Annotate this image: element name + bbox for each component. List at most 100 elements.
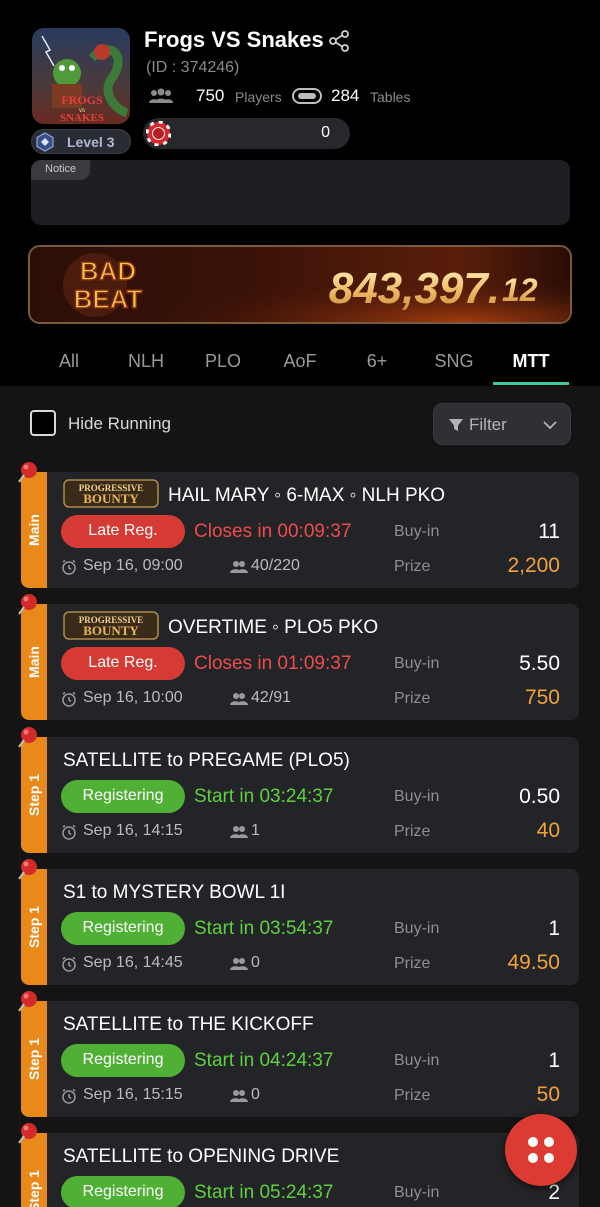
status-pill[interactable]: Late Reg. xyxy=(61,647,185,680)
logo-text-top: FROGS xyxy=(61,93,103,107)
countdown: Closes in 00:09:37 xyxy=(194,521,352,542)
bad-beat-jackpot-banner[interactable]: BAD BEAT 843,397. 12 xyxy=(28,245,572,324)
game-type-tabs: All NLH PLO AoF 6+ SNG MTT xyxy=(0,340,600,386)
clock-icon xyxy=(62,691,76,707)
tables-icon xyxy=(292,88,322,104)
tournament-card[interactable]: Step 1 SATELLITE to OPENING DRIVE Register… xyxy=(21,1133,579,1207)
prize-value: 750 xyxy=(524,686,560,709)
notice-label: Notice xyxy=(31,160,91,180)
tournament-title: SATELLITE to THE KICKOFF xyxy=(63,1014,314,1035)
tournament-tag-strip: Step 1 xyxy=(21,737,47,853)
buyin-label: Buy-in xyxy=(394,788,440,805)
players-count: 750 xyxy=(196,86,225,105)
prize-label: Prize xyxy=(394,1087,431,1104)
buyin-value: 1 xyxy=(548,917,560,940)
filter-dropdown[interactable]: Filter xyxy=(433,403,571,445)
buyin-value: 11 xyxy=(538,520,560,543)
bounty-badge-line2: BOUNTY xyxy=(83,623,139,638)
entrants-icon xyxy=(230,561,248,573)
tournament-card[interactable]: Main PROGRESSIVE BOUNTY OVERTIME ◦ PLO5 PKO… xyxy=(21,604,579,720)
tournament-tag-strip: Step 1 xyxy=(21,869,47,985)
buyin-value: 5.50 xyxy=(519,652,560,675)
level-label: Level 3 xyxy=(67,134,115,150)
tab-mtt[interactable]: MTT xyxy=(496,351,566,372)
tab-all[interactable]: All xyxy=(34,351,104,372)
tournament-tag: Step 1 xyxy=(26,1037,42,1081)
tournament-title: HAIL MARY ◦ 6-MAX ◦ NLH PKO xyxy=(168,485,446,506)
status-pill[interactable]: Late Reg. xyxy=(61,515,185,548)
entrants-icon xyxy=(230,826,248,838)
tournament-title: SATELLITE to PREGAME (PLO5) xyxy=(63,750,350,771)
clock-icon xyxy=(62,824,76,840)
prize-label: Prize xyxy=(394,955,431,972)
entrants-count: 0 xyxy=(251,954,260,971)
progressive-bounty-badge: PROGRESSIVEBOUNTY xyxy=(63,479,159,508)
prize-value: 50 xyxy=(536,1083,560,1106)
buyin-label: Buy-in xyxy=(394,1184,440,1201)
players-icon xyxy=(149,88,173,103)
pin-icon[interactable] xyxy=(16,725,40,749)
entrants-count: 42/91 xyxy=(251,689,292,706)
level-hex-icon xyxy=(36,132,54,152)
status-pill[interactable]: Registering xyxy=(61,1176,185,1207)
start-date: Sep 16, 15:15 xyxy=(83,1086,183,1103)
tab-plo[interactable]: PLO xyxy=(188,351,258,372)
clock-icon xyxy=(62,559,76,575)
tab-aof[interactable]: AoF xyxy=(265,351,335,372)
hide-running-checkbox[interactable] xyxy=(30,410,56,436)
menu-fab-button[interactable] xyxy=(505,1114,577,1186)
tournament-card[interactable]: Main PROGRESSIVE BOUNTY HAIL MARY ◦ 6-MAX ◦… xyxy=(21,472,579,588)
players-label: Players xyxy=(235,89,282,105)
status-pill[interactable]: Registering xyxy=(61,780,185,813)
tournament-title: SATELLITE to OPENING DRIVE xyxy=(63,1146,340,1167)
buyin-label: Buy-in xyxy=(394,1052,440,1069)
start-date: Sep 16, 14:15 xyxy=(83,822,183,839)
club-id: (ID : 374246) xyxy=(146,59,240,76)
notice-panel[interactable]: Notice xyxy=(31,160,570,225)
entrants-icon xyxy=(230,693,248,705)
prize-label: Prize xyxy=(394,690,431,707)
jackpot-amount: 843,397. xyxy=(329,264,500,313)
tournament-tag: Step 1 xyxy=(26,905,42,949)
tournament-card[interactable]: Step 1 SATELLITE to THE KICKOFF Registerin… xyxy=(21,1001,579,1117)
jackpot-logo-line1: BAD xyxy=(80,256,136,286)
chevron-down-icon xyxy=(543,421,557,430)
pin-icon[interactable] xyxy=(16,857,40,881)
tab-sng[interactable]: SNG xyxy=(419,351,489,372)
tournament-tag-strip: Step 1 xyxy=(21,1001,47,1117)
tournament-tag: Main xyxy=(26,646,42,678)
logo-text-bottom: SNAKES xyxy=(60,112,104,124)
pin-icon[interactable] xyxy=(16,592,40,616)
jackpot-logo-line2: BEAT xyxy=(74,284,143,314)
tab-nlh[interactable]: NLH xyxy=(111,351,181,372)
prize-value: 40 xyxy=(536,819,560,842)
tournament-tag: Step 1 xyxy=(26,1169,42,1207)
buyin-label: Buy-in xyxy=(394,920,440,937)
tournament-card[interactable]: Step 1 SATELLITE to PREGAME (PLO5) Registe… xyxy=(21,737,579,853)
entrants-count: 40/220 xyxy=(251,557,300,574)
tournament-tag: Step 1 xyxy=(26,773,42,817)
tournament-card[interactable]: Step 1 S1 to MYSTERY BOWL 1I Registering St… xyxy=(21,869,579,985)
start-date: Sep 16, 09:00 xyxy=(83,557,183,574)
pin-icon[interactable] xyxy=(16,460,40,484)
pin-icon[interactable] xyxy=(16,1121,40,1145)
entrants-icon xyxy=(230,958,248,970)
status-pill[interactable]: Registering xyxy=(61,1044,185,1077)
club-header: FROGS vs SNAKES Level 3 Frogs VS Snakes … xyxy=(0,0,600,386)
pin-icon[interactable] xyxy=(16,989,40,1013)
share-icon[interactable] xyxy=(328,30,350,52)
prize-label: Prize xyxy=(394,823,431,840)
hide-running-label[interactable]: Hide Running xyxy=(68,414,171,434)
start-date: Sep 16, 10:00 xyxy=(83,689,183,706)
tab-6plus[interactable]: 6+ xyxy=(342,351,412,372)
level-badge: Level 3 xyxy=(31,129,131,154)
tournament-tag-strip: Main xyxy=(21,604,47,720)
countdown: Start in 05:24:37 xyxy=(194,1182,334,1203)
clock-icon xyxy=(62,1088,76,1104)
filter-label: Filter xyxy=(469,415,507,434)
status-pill[interactable]: Registering xyxy=(61,912,185,945)
chip-balance[interactable]: 0 xyxy=(143,118,350,149)
countdown: Start in 03:24:37 xyxy=(194,786,334,807)
tournament-title: S1 to MYSTERY BOWL 1I xyxy=(63,882,286,903)
bounty-badge-line2: BOUNTY xyxy=(83,491,139,506)
